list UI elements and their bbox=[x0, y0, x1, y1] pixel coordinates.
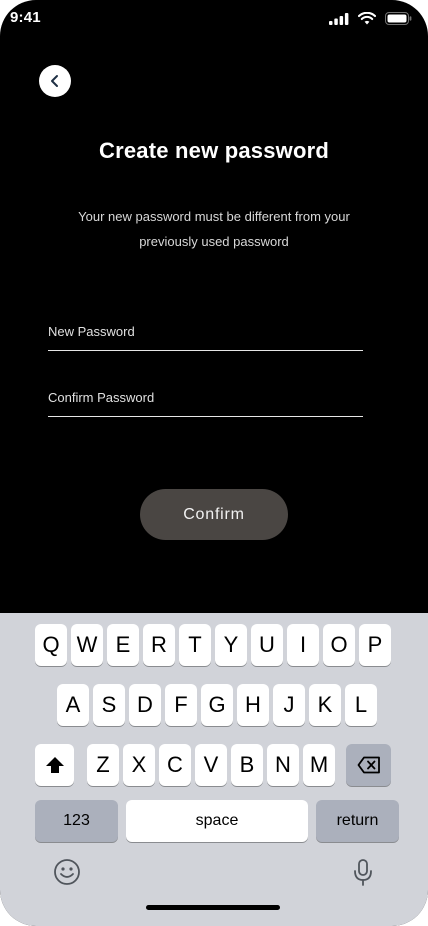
key-d[interactable]: D bbox=[129, 684, 161, 726]
key-u[interactable]: U bbox=[251, 624, 283, 666]
description-line-1: Your new password must be different from… bbox=[78, 209, 350, 224]
chevron-left-icon bbox=[51, 75, 58, 87]
key-k[interactable]: K bbox=[309, 684, 341, 726]
dictation-button[interactable] bbox=[352, 858, 374, 888]
key-l[interactable]: L bbox=[345, 684, 377, 726]
backspace-key[interactable] bbox=[346, 744, 391, 786]
backspace-icon bbox=[357, 756, 380, 774]
status-icons bbox=[329, 12, 412, 25]
key-y[interactable]: Y bbox=[215, 624, 247, 666]
key-w[interactable]: W bbox=[71, 624, 103, 666]
battery-icon bbox=[385, 12, 412, 25]
page-title: Create new password bbox=[99, 138, 329, 163]
page-description: Your new password must be different from… bbox=[60, 204, 368, 254]
space-key[interactable]: space bbox=[126, 800, 308, 842]
key-v[interactable]: V bbox=[195, 744, 227, 786]
key-n[interactable]: N bbox=[267, 744, 299, 786]
shift-icon bbox=[45, 757, 64, 773]
key-i[interactable]: I bbox=[287, 624, 319, 666]
key-q[interactable]: Q bbox=[35, 624, 67, 666]
microphone-icon bbox=[354, 859, 372, 886]
key-x[interactable]: X bbox=[123, 744, 155, 786]
key-s[interactable]: S bbox=[93, 684, 125, 726]
home-indicator bbox=[146, 905, 280, 910]
key-e[interactable]: E bbox=[107, 624, 139, 666]
new-password-placeholder: New Password bbox=[48, 324, 135, 339]
back-button[interactable] bbox=[39, 65, 71, 97]
keyboard: Q W E R T Y U I O P A S D F G H J K L Z … bbox=[0, 613, 428, 926]
new-password-field[interactable]: New Password bbox=[48, 316, 363, 351]
key-p[interactable]: P bbox=[359, 624, 391, 666]
key-g[interactable]: G bbox=[201, 684, 233, 726]
numbers-key[interactable]: 123 bbox=[35, 800, 118, 842]
confirm-password-field[interactable]: Confirm Password bbox=[48, 382, 363, 417]
key-z[interactable]: Z bbox=[87, 744, 119, 786]
key-f[interactable]: F bbox=[165, 684, 197, 726]
key-r[interactable]: R bbox=[143, 624, 175, 666]
key-a[interactable]: A bbox=[57, 684, 89, 726]
wifi-icon bbox=[358, 12, 376, 25]
key-b[interactable]: B bbox=[231, 744, 263, 786]
description-line-2: previously used password bbox=[139, 234, 289, 249]
phone-screen: 9:41 Create new password Your new passwo… bbox=[0, 0, 428, 926]
confirm-button[interactable]: Confirm bbox=[140, 489, 288, 540]
emoji-icon bbox=[54, 859, 80, 885]
emoji-button[interactable] bbox=[53, 858, 81, 886]
key-m[interactable]: M bbox=[303, 744, 335, 786]
confirm-password-placeholder: Confirm Password bbox=[48, 390, 155, 405]
key-o[interactable]: O bbox=[323, 624, 355, 666]
key-t[interactable]: T bbox=[179, 624, 211, 666]
key-h[interactable]: H bbox=[237, 684, 269, 726]
status-time: 9:41 bbox=[10, 9, 41, 26]
shift-key[interactable] bbox=[35, 744, 74, 786]
key-c[interactable]: C bbox=[159, 744, 191, 786]
cellular-signal-icon bbox=[329, 12, 349, 25]
return-key[interactable]: return bbox=[316, 800, 399, 842]
key-j[interactable]: J bbox=[273, 684, 305, 726]
